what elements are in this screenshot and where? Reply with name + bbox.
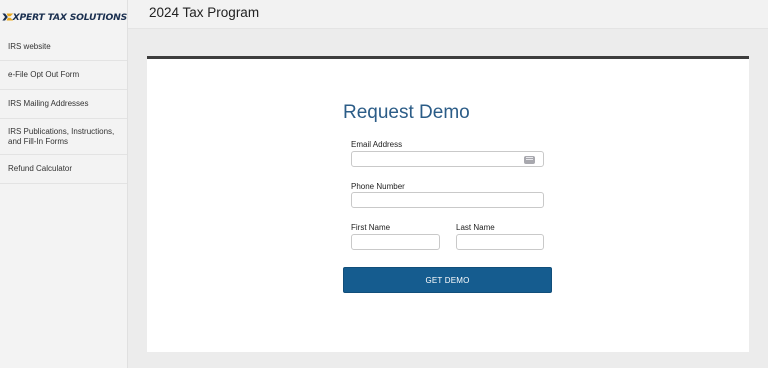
sidebar: XPERT TAX SOLUTIONS IRS website e-File O… [0, 0, 128, 368]
request-demo-card: Request Demo Email Address Phone Number … [147, 56, 749, 352]
page-title: 2024 Tax Program [149, 5, 260, 20]
email-field-wrapper [351, 151, 544, 170]
get-demo-button[interactable]: GET DEMO [343, 267, 552, 293]
keyboard-autofill-icon[interactable] [524, 156, 535, 164]
first-name-field-wrapper [351, 234, 440, 253]
top-bar: 2024 Tax Program [128, 0, 768, 29]
email-field[interactable] [352, 155, 543, 170]
last-name-label: Last Name [456, 223, 495, 232]
phone-field-wrapper [351, 192, 544, 211]
last-name-field[interactable] [457, 238, 543, 253]
form-title: Request Demo [343, 102, 470, 123]
first-name-field[interactable] [352, 238, 439, 253]
sidebar-item-efile-opt-out[interactable]: e-File Opt Out Form [0, 61, 127, 90]
sidebar-item-irs-publications[interactable]: IRS Publications, Instructions, and Fill… [0, 119, 127, 155]
phone-label: Phone Number [351, 182, 405, 191]
brand-logo[interactable]: XPERT TAX SOLUTIONS [0, 0, 127, 34]
sidebar-item-irs-mailing[interactable]: IRS Mailing Addresses [0, 90, 127, 119]
first-name-label: First Name [351, 223, 391, 232]
sidebar-item-refund-calculator[interactable]: Refund Calculator [0, 155, 127, 184]
last-name-field-wrapper [456, 234, 544, 253]
email-label: Email Address [351, 140, 403, 149]
sidebar-item-irs-website[interactable]: IRS website [0, 34, 127, 61]
phone-field[interactable] [352, 196, 543, 211]
brand-name: XPERT TAX SOLUTIONS [12, 11, 128, 23]
